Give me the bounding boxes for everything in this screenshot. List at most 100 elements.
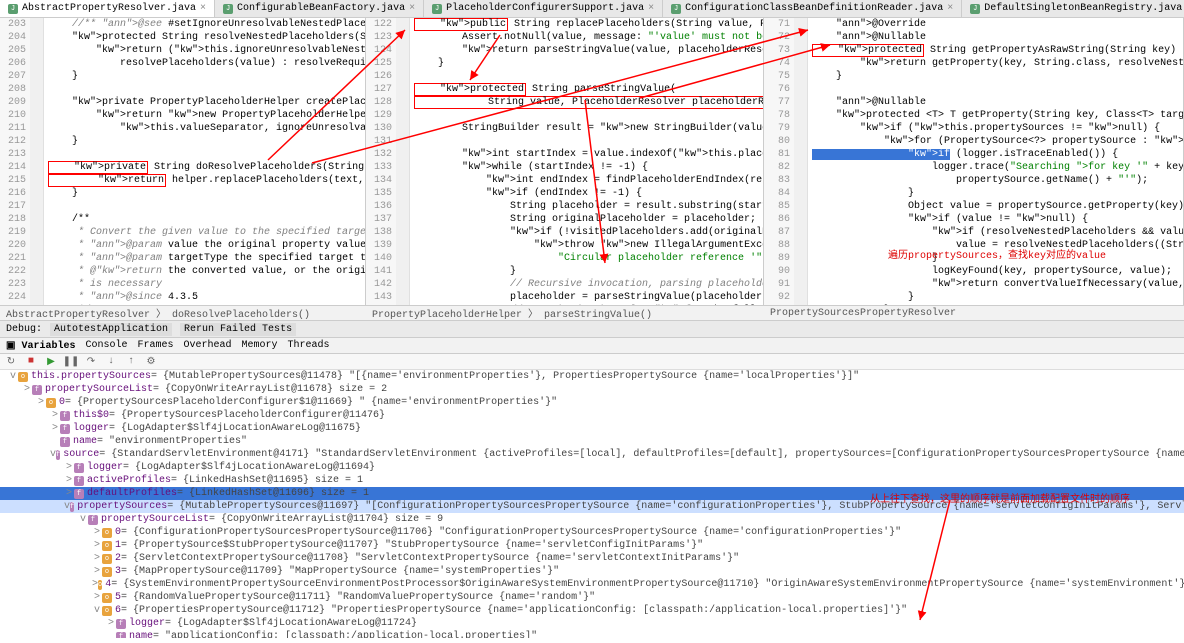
code-1[interactable]: //** "ann">@see #setIgnoreUnresolvableNe…: [44, 18, 365, 305]
close-icon[interactable]: ×: [409, 3, 415, 14]
tree-twistie-icon[interactable]: >: [92, 540, 102, 551]
variable-row[interactable]: >o5 = {RandomValuePropertySource@11711} …: [0, 591, 1184, 604]
code-3[interactable]: "ann">@Override "ann">@Nullable "kw">pro…: [808, 18, 1183, 305]
variable-row[interactable]: >o2 = {ServletContextPropertySource@1170…: [0, 552, 1184, 565]
var-value: = {LogAdapter$Slf4jLocationAwareLog@1172…: [165, 618, 417, 629]
tree-twistie-icon[interactable]: >: [64, 475, 74, 486]
rerun-failed[interactable]: Rerun Failed Tests: [180, 323, 296, 336]
breadcrumb-1[interactable]: AbstractPropertyResolver 〉 doResolvePlac…: [0, 305, 366, 320]
file-tab[interactable]: JAbstractPropertyResolver.java×: [0, 0, 215, 17]
tree-twistie-icon[interactable]: [106, 631, 116, 638]
gutter-marks-3: [794, 18, 808, 305]
tree-twistie-icon[interactable]: [50, 436, 60, 447]
breadcrumb-3[interactable]: PropertySourcesPropertyResolver: [764, 305, 1184, 320]
gutter-2: 122 123 124 125 126 127 128 129 130 131 …: [366, 18, 396, 305]
tree-twistie-icon[interactable]: >: [50, 410, 60, 421]
var-kind-icon: o: [102, 541, 112, 551]
debug-tab-console[interactable]: Console: [85, 340, 127, 351]
file-tab[interactable]: JConfigurableBeanFactory.java×: [215, 0, 424, 17]
var-kind-icon: o: [18, 372, 28, 382]
var-kind-icon: f: [60, 424, 70, 434]
variable-row[interactable]: >flogger = {LogAdapter$Slf4jLocationAwar…: [0, 617, 1184, 630]
var-value: = {PropertySourcesPlaceholderConfigurer@…: [109, 410, 385, 421]
var-name: name: [73, 436, 97, 447]
debug-tab-variables[interactable]: ▣ Variables: [6, 340, 75, 352]
code-2[interactable]: "kw">public String replacePlaceholders(S…: [410, 18, 763, 305]
tab-label: DefaultSingletonBeanRegistry.java: [984, 3, 1182, 14]
variable-row[interactable]: vfpropertySourceList = {CopyOnWriteArray…: [0, 513, 1184, 526]
variable-row[interactable]: fname = "applicationConfig: [classpath:/…: [0, 630, 1184, 638]
debug-tab-overhead[interactable]: Overhead: [184, 340, 232, 351]
variable-row[interactable]: >flogger = {LogAdapter$Slf4jLocationAwar…: [0, 422, 1184, 435]
var-value: = {SystemEnvironmentPropertySourceEnviro…: [111, 579, 1184, 590]
variable-row[interactable]: >o3 = {MapPropertySource@11709} "MapProp…: [0, 565, 1184, 578]
debug-tab-threads[interactable]: Threads: [288, 340, 330, 351]
debug-toolbar: ↻ ■ ▶ ❚❚ ↷ ↓ ↑ ⚙: [0, 354, 1184, 370]
step-into-icon[interactable]: ↓: [104, 355, 118, 369]
debug-header: Debug: AutotestApplication Rerun Failed …: [0, 320, 1184, 338]
variable-row[interactable]: vfsource = {StandardServletEnvironment@4…: [0, 448, 1184, 461]
var-value: = {MutablePropertySources@11478} "[{name…: [151, 371, 859, 382]
debug-panel-tabs: ▣ Variables Console Frames Overhead Memory Th…: [0, 338, 1184, 354]
var-value: = "environmentProperties": [97, 436, 247, 447]
tree-twistie-icon[interactable]: v: [92, 605, 102, 616]
debug-tab-frames[interactable]: Frames: [137, 340, 173, 351]
restart-icon[interactable]: ↻: [4, 355, 18, 369]
var-kind-icon: f: [60, 437, 70, 447]
annotation-cn-1: 遍历propertySources，查找key对应的value: [888, 250, 1106, 263]
variable-row[interactable]: fname = "environmentProperties": [0, 435, 1184, 448]
file-tab[interactable]: JPlaceholderConfigurerSupport.java×: [424, 0, 663, 17]
close-icon[interactable]: ×: [200, 3, 206, 14]
file-tab[interactable]: JDefaultSingletonBeanRegistry.java×: [962, 0, 1184, 17]
var-kind-icon: f: [116, 619, 126, 629]
var-kind-icon: o: [102, 567, 112, 577]
var-value: = {LinkedHashSet@11695} size = 1: [171, 475, 363, 486]
stop-icon[interactable]: ■: [24, 355, 38, 369]
tree-twistie-icon[interactable]: >: [106, 618, 116, 629]
step-out-icon[interactable]: ↑: [124, 355, 138, 369]
editors-row: 203 204 205 206 207 208 209 210 211 212 …: [0, 18, 1184, 305]
var-kind-icon: o: [102, 528, 112, 538]
gutter-3: 71 72 73 74 75 76 77 78 79 80 81 82 83 8…: [764, 18, 794, 305]
variable-row[interactable]: >fpropertySourceList = {CopyOnWriteArray…: [0, 383, 1184, 396]
variable-row[interactable]: >flogger = {LogAdapter$Slf4jLocationAwar…: [0, 461, 1184, 474]
variable-row[interactable]: vo6 = {PropertiesPropertySource@11712} "…: [0, 604, 1184, 617]
run-config[interactable]: AutotestApplication: [50, 323, 172, 336]
variable-row[interactable]: >o0 = {ConfigurationPropertySourcesPrope…: [0, 526, 1184, 539]
tree-twistie-icon[interactable]: >: [64, 462, 74, 473]
breadcrumbs-row: AbstractPropertyResolver 〉 doResolvePlac…: [0, 305, 1184, 320]
variable-row[interactable]: vothis.propertySources = {MutablePropert…: [0, 370, 1184, 383]
resume-icon[interactable]: ▶: [44, 355, 58, 369]
variable-row[interactable]: >o1 = {PropertySource$StubPropertySource…: [0, 539, 1184, 552]
close-icon[interactable]: ×: [648, 3, 654, 14]
tree-twistie-icon[interactable]: >: [50, 423, 60, 434]
variable-row[interactable]: >factiveProfiles = {LinkedHashSet@11695}…: [0, 474, 1184, 487]
java-file-icon: J: [671, 4, 681, 14]
settings-icon[interactable]: ⚙: [144, 355, 158, 369]
var-value: = {RandomValuePropertySource@11711} "Ran…: [121, 592, 595, 603]
var-kind-icon: f: [56, 450, 60, 460]
close-icon[interactable]: ×: [947, 3, 953, 14]
tree-twistie-icon[interactable]: >: [92, 592, 102, 603]
debug-tab-memory[interactable]: Memory: [242, 340, 278, 351]
var-value: = {ConfigurationPropertySourcesPropertyS…: [121, 527, 901, 538]
breadcrumb-2[interactable]: PropertyPlaceholderHelper 〉 parseStringV…: [366, 305, 764, 320]
editor-3: 71 72 73 74 75 76 77 78 79 80 81 82 83 8…: [764, 18, 1184, 305]
tree-twistie-icon[interactable]: v: [8, 371, 18, 382]
gutter-marks-1: [30, 18, 44, 305]
tree-twistie-icon[interactable]: v: [78, 514, 88, 525]
variable-row[interactable]: >o4 = {SystemEnvironmentPropertySourceEn…: [0, 578, 1184, 591]
file-tab[interactable]: JConfigurationClassBeanDefinitionReader.…: [663, 0, 962, 17]
pause-icon[interactable]: ❚❚: [64, 355, 78, 369]
tree-twistie-icon[interactable]: >: [92, 566, 102, 577]
tree-twistie-icon[interactable]: >: [36, 397, 46, 408]
tree-twistie-icon[interactable]: >: [92, 527, 102, 538]
tree-twistie-icon[interactable]: >: [64, 488, 74, 499]
variable-row[interactable]: >fthis$0 = {PropertySourcesPlaceholderCo…: [0, 409, 1184, 422]
tab-label: ConfigurableBeanFactory.java: [237, 3, 405, 14]
tree-twistie-icon[interactable]: >: [22, 384, 32, 395]
var-name: this$0: [73, 410, 109, 421]
tree-twistie-icon[interactable]: >: [92, 553, 102, 564]
step-over-icon[interactable]: ↷: [84, 355, 98, 369]
variable-row[interactable]: >o0 = {PropertySourcesPlaceholderConfigu…: [0, 396, 1184, 409]
